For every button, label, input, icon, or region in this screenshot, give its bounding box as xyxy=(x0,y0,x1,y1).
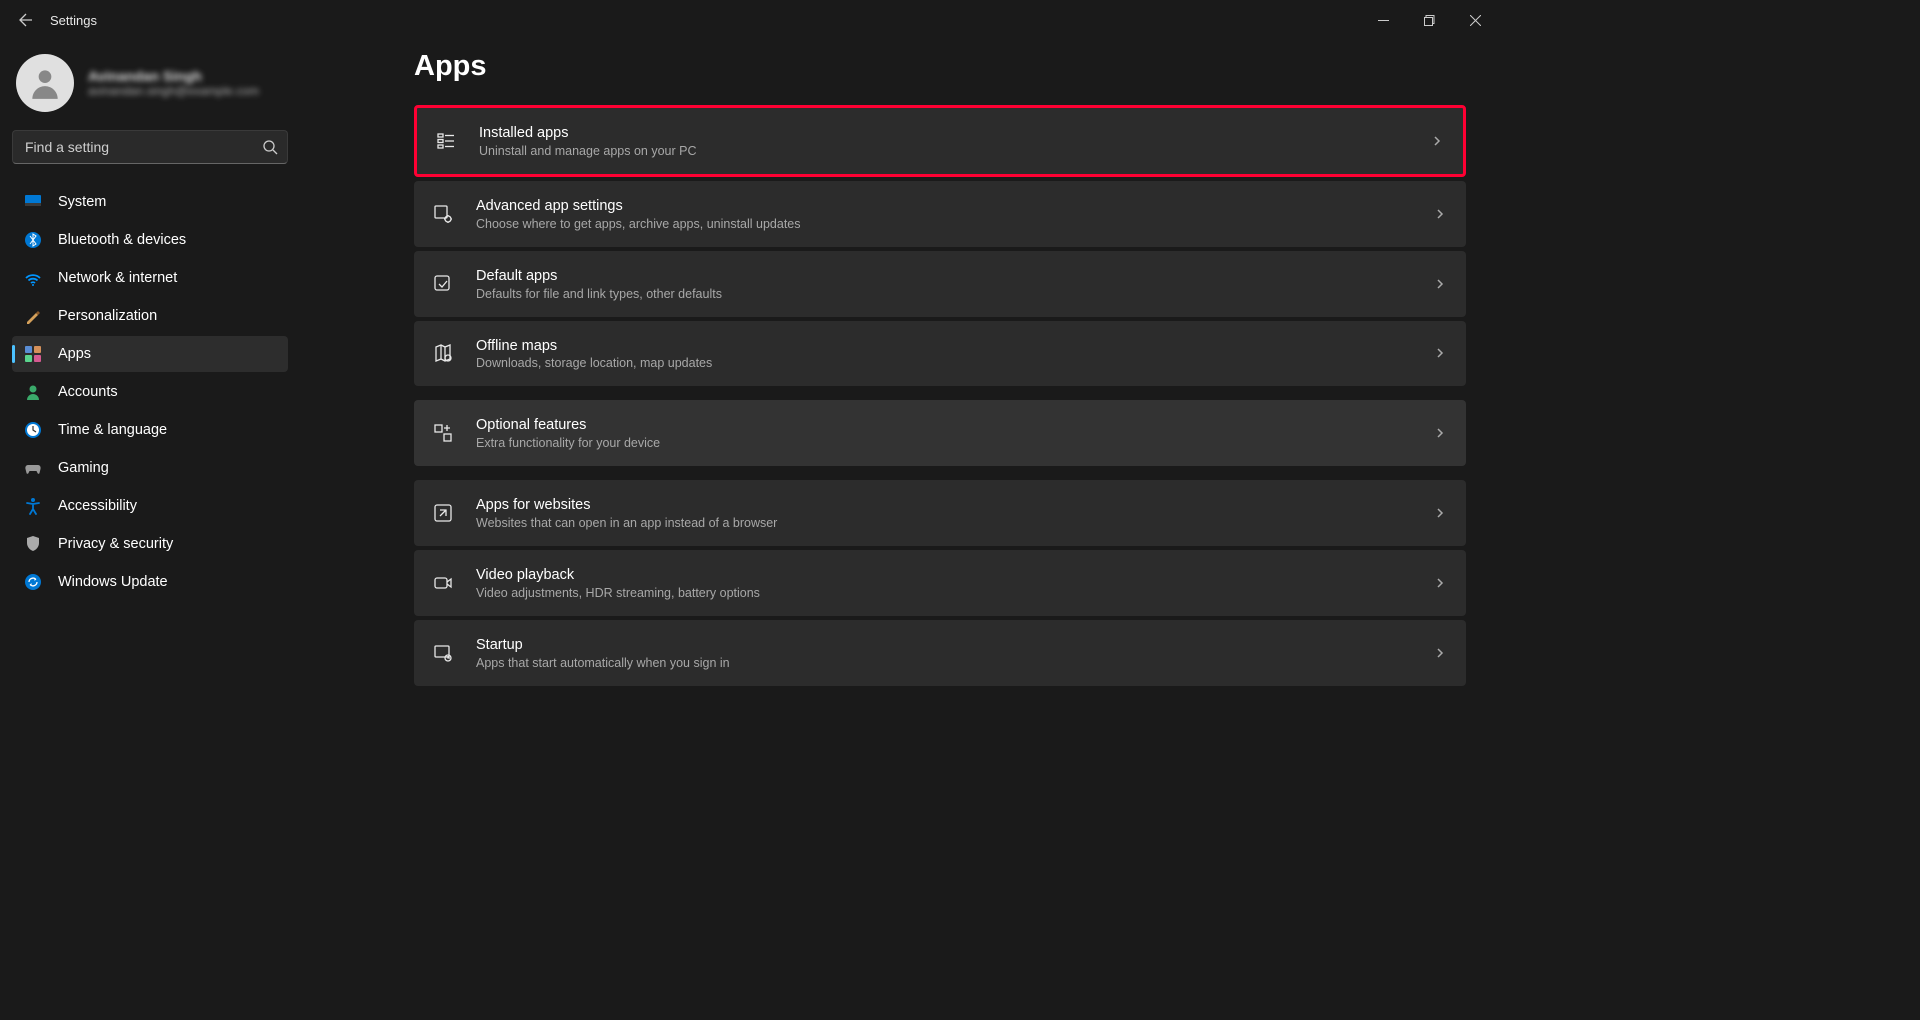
card-video-playback[interactable]: Video playback Video adjustments, HDR st… xyxy=(414,550,1466,616)
sidebar-item-privacy[interactable]: Privacy & security xyxy=(12,526,288,562)
nav-label: Accessibility xyxy=(58,498,137,514)
window-controls xyxy=(1360,4,1498,36)
sidebar-item-apps[interactable]: Apps xyxy=(12,336,288,372)
sidebar-item-gaming[interactable]: Gaming xyxy=(12,450,288,486)
search-icon xyxy=(262,139,278,155)
window-title: Settings xyxy=(50,13,97,28)
sidebar-item-network[interactable]: Network & internet xyxy=(12,260,288,296)
accessibility-icon xyxy=(24,497,42,515)
card-title: Installed apps xyxy=(479,124,1431,143)
system-icon xyxy=(24,193,42,211)
page-title: Apps xyxy=(414,50,1466,83)
titlebar: Settings xyxy=(0,0,1506,40)
card-desc: Defaults for file and link types, other … xyxy=(476,287,1434,301)
profile-text: Avinandan Singh avinandan.singh@example.… xyxy=(88,68,259,98)
nav-label: Accounts xyxy=(58,384,118,400)
nav-label: Privacy & security xyxy=(58,536,173,552)
nav-label: Bluetooth & devices xyxy=(58,232,186,248)
chevron-right-icon xyxy=(1434,346,1448,360)
sidebar-item-accessibility[interactable]: Accessibility xyxy=(12,488,288,524)
search-wrap xyxy=(12,130,288,164)
chevron-right-icon xyxy=(1434,576,1448,590)
profile-name: Avinandan Singh xyxy=(88,68,259,84)
card-title: Default apps xyxy=(476,267,1434,286)
chevron-right-icon xyxy=(1434,277,1448,291)
card-desc: Downloads, storage location, map updates xyxy=(476,356,1434,370)
sidebar-item-accounts[interactable]: Accounts xyxy=(12,374,288,410)
sidebar-item-bluetooth[interactable]: Bluetooth & devices xyxy=(12,222,288,258)
sidebar-item-update[interactable]: Windows Update xyxy=(12,564,288,600)
nav-label: Time & language xyxy=(58,422,167,438)
offline-maps-icon xyxy=(432,342,454,364)
sidebar-item-personalization[interactable]: Personalization xyxy=(12,298,288,334)
card-advanced-app-settings[interactable]: Advanced app settings Choose where to ge… xyxy=(414,181,1466,247)
personalization-icon xyxy=(24,307,42,325)
card-desc: Apps that start automatically when you s… xyxy=(476,656,1434,670)
profile-email: avinandan.singh@example.com xyxy=(88,84,259,98)
nav-label: System xyxy=(58,194,106,210)
gaming-icon xyxy=(24,459,42,477)
card-title: Startup xyxy=(476,636,1434,655)
card-desc: Choose where to get apps, archive apps, … xyxy=(476,217,1434,231)
content: Apps Installed apps Uninstall and manage… xyxy=(300,40,1506,803)
card-title: Offline maps xyxy=(476,337,1434,356)
card-startup[interactable]: Startup Apps that start automatically wh… xyxy=(414,620,1466,686)
profile-block[interactable]: Avinandan Singh avinandan.singh@example.… xyxy=(12,46,288,130)
card-offline-maps[interactable]: Offline maps Downloads, storage location… xyxy=(414,321,1466,387)
card-title: Advanced app settings xyxy=(476,197,1434,216)
card-title: Optional features xyxy=(476,416,1434,435)
sidebar-item-system[interactable]: System xyxy=(12,184,288,220)
card-title: Apps for websites xyxy=(476,496,1434,515)
update-icon xyxy=(24,573,42,591)
search-input[interactable] xyxy=(12,130,288,164)
maximize-button[interactable] xyxy=(1406,4,1452,36)
video-icon xyxy=(432,572,454,594)
chevron-right-icon xyxy=(1434,207,1448,221)
sidebar-item-time[interactable]: Time & language xyxy=(12,412,288,448)
nav-label: Apps xyxy=(58,346,91,362)
chevron-right-icon xyxy=(1434,646,1448,660)
nav-label: Personalization xyxy=(58,308,157,324)
chevron-right-icon xyxy=(1434,506,1448,520)
nav-list: System Bluetooth & devices Network & int… xyxy=(12,184,288,600)
card-desc: Websites that can open in an app instead… xyxy=(476,516,1434,530)
card-default-apps[interactable]: Default apps Defaults for file and link … xyxy=(414,251,1466,317)
back-button[interactable] xyxy=(8,4,40,36)
card-installed-apps[interactable]: Installed apps Uninstall and manage apps… xyxy=(414,105,1466,177)
card-optional-features[interactable]: Optional features Extra functionality fo… xyxy=(414,400,1466,466)
installed-apps-icon xyxy=(435,130,457,152)
chevron-right-icon xyxy=(1431,134,1445,148)
apps-icon xyxy=(24,345,42,363)
bluetooth-icon xyxy=(24,231,42,249)
card-desc: Uninstall and manage apps on your PC xyxy=(479,144,1431,158)
default-apps-icon xyxy=(432,273,454,295)
advanced-settings-icon xyxy=(432,203,454,225)
time-icon xyxy=(24,421,42,439)
card-desc: Video adjustments, HDR streaming, batter… xyxy=(476,586,1434,600)
accounts-icon xyxy=(24,383,42,401)
network-icon xyxy=(24,269,42,287)
nav-label: Gaming xyxy=(58,460,109,476)
card-title: Video playback xyxy=(476,566,1434,585)
close-button[interactable] xyxy=(1452,4,1498,36)
card-desc: Extra functionality for your device xyxy=(476,436,1434,450)
nav-label: Windows Update xyxy=(58,574,168,590)
avatar xyxy=(16,54,74,112)
optional-features-icon xyxy=(432,422,454,444)
card-apps-for-websites[interactable]: Apps for websites Websites that can open… xyxy=(414,480,1466,546)
apps-websites-icon xyxy=(432,502,454,524)
chevron-right-icon xyxy=(1434,426,1448,440)
startup-icon xyxy=(432,642,454,664)
nav-label: Network & internet xyxy=(58,270,177,286)
sidebar: Avinandan Singh avinandan.singh@example.… xyxy=(0,40,300,803)
privacy-icon xyxy=(24,535,42,553)
minimize-button[interactable] xyxy=(1360,4,1406,36)
